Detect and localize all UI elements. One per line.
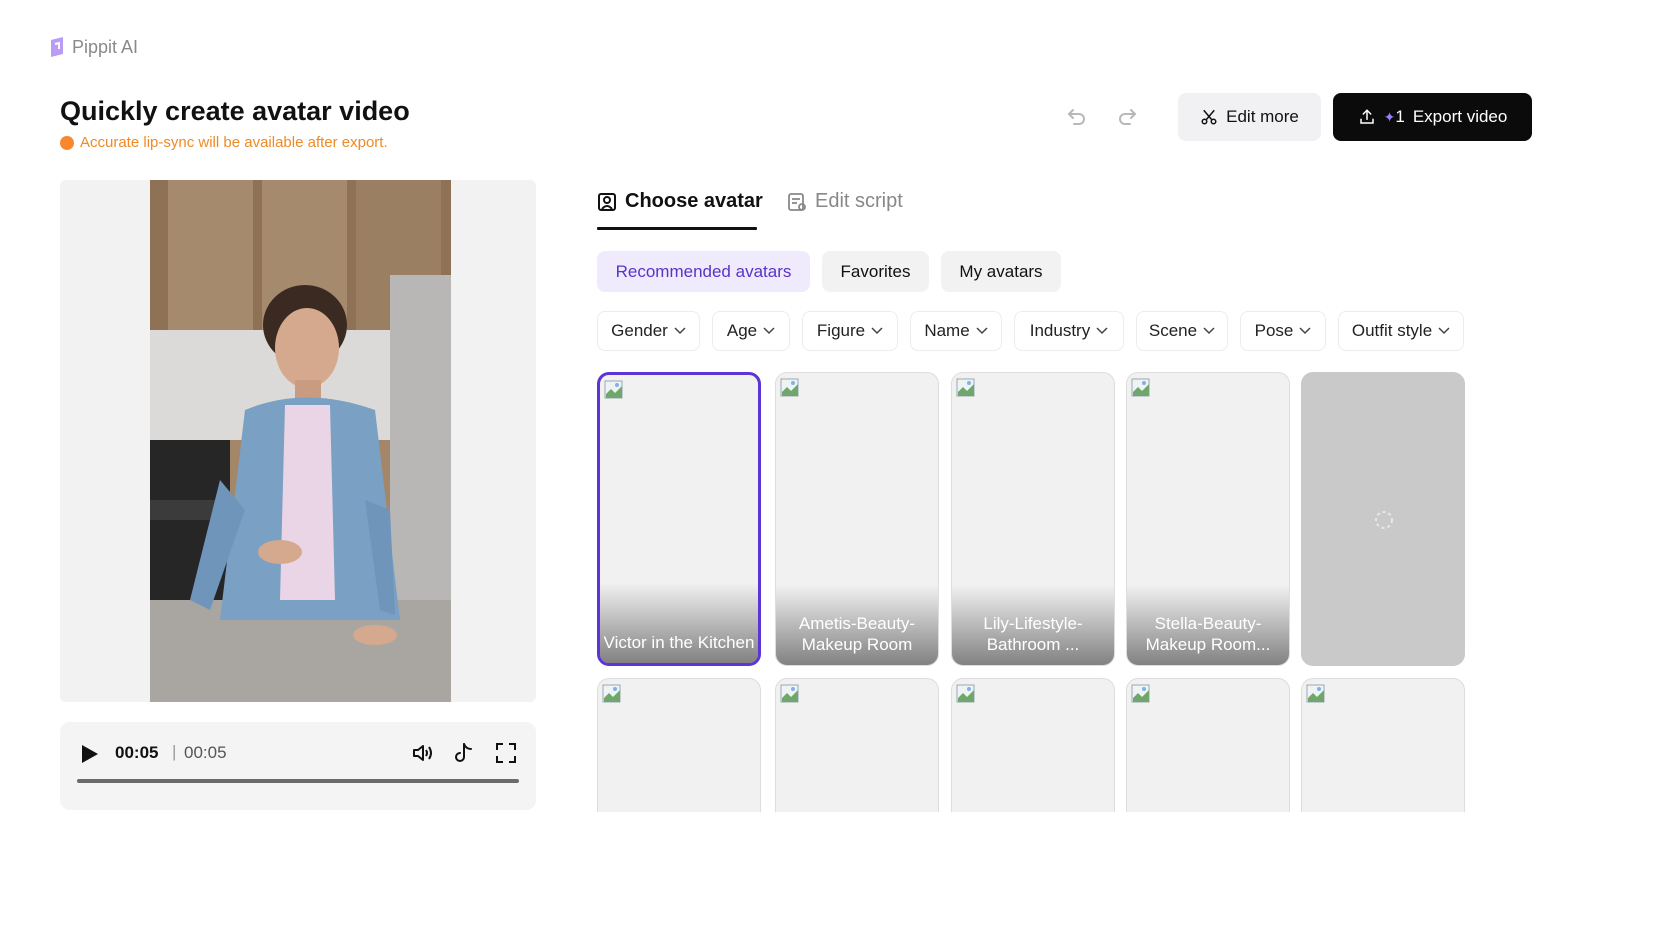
- broken-image-icon: [1131, 684, 1150, 703]
- total-time: 00:05: [184, 743, 227, 762]
- spinner-icon: [1375, 511, 1393, 529]
- time-separator: |: [172, 742, 177, 761]
- filter-gender[interactable]: Gender: [597, 311, 700, 351]
- active-tab-indicator: [597, 227, 757, 230]
- chevron-down-icon: [763, 327, 775, 335]
- edit-more-button[interactable]: Edit more: [1178, 93, 1321, 141]
- broken-image-icon: [780, 684, 799, 703]
- redo-icon[interactable]: [1115, 104, 1139, 128]
- chip-my-avatars[interactable]: My avatars: [941, 251, 1061, 292]
- page-title: Quickly create avatar video: [60, 96, 410, 126]
- tab-edit-script[interactable]: Edit script: [787, 190, 903, 213]
- video-player-controls: 00:05 | 00:05: [60, 722, 536, 810]
- filter-figure[interactable]: Figure: [802, 311, 898, 351]
- broken-image-icon: [604, 380, 623, 399]
- filter-outfit-style[interactable]: Outfit style: [1338, 311, 1464, 351]
- chevron-down-icon: [871, 327, 883, 335]
- chip-favorites[interactable]: Favorites: [822, 251, 929, 292]
- broken-image-icon: [780, 378, 799, 397]
- avatar-caption: Lily-Lifestyle-Bathroom ...: [952, 585, 1114, 665]
- tiktok-icon[interactable]: [453, 741, 475, 765]
- avatar-caption: Ametis-Beauty-Makeup Room: [776, 585, 938, 665]
- progress-bar[interactable]: [77, 779, 519, 783]
- broken-image-icon: [1306, 684, 1325, 703]
- script-icon: [788, 192, 806, 211]
- avatar-card[interactable]: [1126, 678, 1290, 812]
- app-logo[interactable]: Pippit AI: [48, 36, 138, 58]
- broken-image-icon: [956, 378, 975, 397]
- notice-text: Accurate lip-sync will be available afte…: [80, 134, 388, 151]
- export-credits: ✦1: [1383, 107, 1405, 126]
- avatar-card[interactable]: Ametis-Beauty-Makeup Room: [775, 372, 939, 666]
- avatar-video-frame[interactable]: [150, 180, 451, 702]
- chevron-down-icon: [1438, 327, 1450, 335]
- filter-industry[interactable]: Industry: [1014, 311, 1124, 351]
- sparkle-icon: ✦: [1383, 109, 1396, 125]
- avatar-card[interactable]: [775, 678, 939, 812]
- volume-icon[interactable]: [410, 741, 434, 765]
- broken-image-icon: [602, 684, 621, 703]
- logo-text: Pippit AI: [72, 36, 139, 57]
- tab-label: Edit script: [815, 190, 903, 212]
- avatar-icon: [598, 192, 616, 211]
- notice-dot-icon: [60, 135, 74, 150]
- scissors-icon: [1201, 109, 1217, 125]
- export-label: Export video: [1412, 107, 1508, 126]
- avatar-card-loading[interactable]: [1301, 372, 1465, 666]
- lip-sync-notice: Accurate lip-sync will be available afte…: [60, 134, 388, 151]
- broken-image-icon: [956, 684, 975, 703]
- broken-image-icon: [1131, 378, 1150, 397]
- filter-age[interactable]: Age: [712, 311, 790, 351]
- avatar-card[interactable]: [597, 678, 761, 812]
- avatar-card[interactable]: Stella-Beauty-Makeup Room...: [1126, 372, 1290, 666]
- export-video-button[interactable]: ✦1 Export video: [1333, 93, 1532, 141]
- avatar-card[interactable]: Lily-Lifestyle-Bathroom ...: [951, 372, 1115, 666]
- avatar-caption: Victor in the Kitchen: [600, 583, 758, 663]
- logo-icon: [51, 37, 63, 57]
- chevron-down-icon: [976, 327, 988, 335]
- undo-icon[interactable]: [1065, 104, 1089, 128]
- chevron-down-icon: [1096, 327, 1108, 335]
- tab-label: Choose avatar: [625, 190, 763, 212]
- chip-recommended-avatars[interactable]: Recommended avatars: [597, 251, 810, 292]
- avatar-caption: Stella-Beauty-Makeup Room...: [1127, 585, 1289, 665]
- chevron-down-icon: [1203, 327, 1215, 335]
- upload-icon: [1359, 109, 1374, 124]
- fullscreen-icon[interactable]: [495, 742, 517, 764]
- avatar-card[interactable]: Victor in the Kitchen: [597, 372, 761, 666]
- edit-more-label: Edit more: [1226, 107, 1299, 126]
- filter-scene[interactable]: Scene: [1136, 311, 1228, 351]
- tab-choose-avatar[interactable]: Choose avatar: [597, 190, 763, 213]
- chevron-down-icon: [1299, 327, 1311, 335]
- avatar-card[interactable]: [1301, 678, 1465, 812]
- avatar-card[interactable]: [951, 678, 1115, 812]
- video-preview: [60, 180, 536, 702]
- filter-name[interactable]: Name: [910, 311, 1002, 351]
- current-time: 00:05: [115, 743, 159, 762]
- progress-fill: [77, 779, 519, 783]
- filter-pose[interactable]: Pose: [1240, 311, 1326, 351]
- play-icon[interactable]: [80, 743, 100, 765]
- chevron-down-icon: [674, 327, 686, 335]
